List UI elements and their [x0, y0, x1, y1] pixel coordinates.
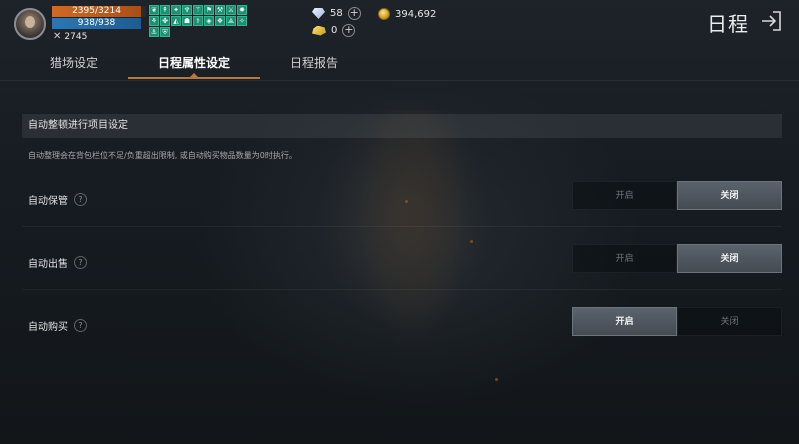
- toggle-auto-buy: 开启 关闭: [572, 307, 782, 336]
- player-avatar[interactable]: [14, 8, 46, 40]
- diamond-count: 58: [330, 8, 343, 19]
- setting-label: 自动购买 ?: [28, 318, 87, 333]
- section-description: 自动整理会在背包栏位不足/负重超出限制, 或自动购买物品数量为0时执行。: [28, 151, 297, 160]
- gold-count: 394,692: [395, 8, 437, 20]
- add-gold-bar-button[interactable]: +: [342, 24, 356, 37]
- help-icon[interactable]: ?: [74, 256, 87, 269]
- page-title: 日程: [707, 12, 749, 36]
- toggle-on-option[interactable]: 开启: [572, 244, 677, 273]
- buff-icon[interactable]: ⚑: [204, 5, 214, 15]
- row-divider: [22, 289, 782, 290]
- help-icon[interactable]: ?: [74, 193, 87, 206]
- gold-currency: 394,692: [378, 8, 436, 20]
- toggle-on-option[interactable]: 开启: [572, 181, 677, 210]
- tab-divider: [0, 80, 799, 81]
- buff-icon[interactable]: ⛨: [160, 27, 170, 37]
- exit-icon[interactable]: [760, 10, 782, 32]
- setting-label-text: 自动购买: [28, 322, 68, 333]
- buff-icon[interactable]: ☗: [182, 16, 192, 26]
- tab-schedule-settings[interactable]: 日程属性设定: [128, 50, 261, 79]
- buff-icon[interactable]: ✦: [171, 5, 181, 15]
- buff-list: ❦ ↟ ✦ ♆ ⚚ ⚑ ⚒ ⚔ ✹ ⚘ ✤ ◭ ☗ ⚕ ◈ ❖ ⟁ ✧ ⚓ ⛨: [149, 5, 251, 37]
- ember-particle: [470, 240, 473, 243]
- setting-label-text: 自动保管: [28, 196, 68, 207]
- tab-schedule-report[interactable]: 日程报告: [260, 50, 368, 78]
- toggle-auto-sell: 开启 关闭: [572, 244, 782, 273]
- buff-icon[interactable]: ⚒: [215, 5, 225, 15]
- diamond-currency: 58 +: [312, 7, 361, 20]
- hp-bar-empty: [141, 6, 146, 17]
- buff-icon[interactable]: ◈: [204, 16, 214, 26]
- diamond-icon: [312, 8, 325, 19]
- gold-bar-count: 0: [331, 25, 338, 36]
- ember-particle: [495, 378, 498, 381]
- buff-icon[interactable]: ❦: [149, 5, 159, 15]
- setting-label-text: 自动出售: [28, 259, 68, 270]
- hp-bar: 2395/3214: [52, 6, 141, 17]
- setting-label: 自动保管 ?: [28, 192, 87, 207]
- buff-icon[interactable]: ⚚: [193, 5, 203, 15]
- tab-hunting-ground[interactable]: 猎场设定: [20, 50, 128, 78]
- buff-icon[interactable]: ✧: [237, 16, 247, 26]
- toggle-off-option[interactable]: 关闭: [677, 307, 782, 336]
- top-hud: 2395/3214 938/938 ✕ 2745 ❦ ↟ ✦ ♆ ⚚ ⚑ ⚒ ⚔ ✹ ⚘ ✤ ◭ ☗ ⚕ ◈…: [0, 0, 799, 44]
- section-title: 自动整顿进行项目设定: [22, 114, 782, 138]
- buff-icon[interactable]: ♆: [182, 5, 192, 15]
- buff-icon[interactable]: ⚓: [149, 27, 159, 37]
- setting-row-auto-storage: 自动保管 ? 开启 关闭: [22, 181, 782, 231]
- buff-icon[interactable]: ↟: [160, 5, 170, 15]
- add-diamond-button[interactable]: +: [347, 7, 361, 20]
- buff-icon[interactable]: ⟁: [226, 16, 236, 26]
- toggle-off-option[interactable]: 关闭: [677, 244, 782, 273]
- toggle-off-option[interactable]: 关闭: [677, 181, 782, 210]
- gold-bar-icon: [312, 25, 326, 36]
- gold-bar-currency: 0 +: [312, 24, 356, 37]
- buff-icon[interactable]: ◭: [171, 16, 181, 26]
- buff-icon[interactable]: ⚕: [193, 16, 203, 26]
- gold-coin-icon: [378, 8, 390, 20]
- help-icon[interactable]: ?: [74, 319, 87, 332]
- setting-row-auto-sell: 自动出售 ? 开启 关闭: [22, 244, 782, 294]
- combat-power-value: 2745: [64, 31, 88, 42]
- setting-row-auto-buy: 自动购买 ? 开启 关闭: [22, 307, 782, 357]
- buff-icon[interactable]: ❖: [215, 16, 225, 26]
- tab-bar: 猎场设定 日程属性设定 日程报告: [20, 50, 780, 80]
- buff-icon[interactable]: ⚘: [149, 16, 159, 26]
- buff-icon[interactable]: ⚔: [226, 5, 236, 15]
- crossed-swords-icon: ✕: [53, 31, 62, 42]
- row-divider: [22, 226, 782, 227]
- setting-label: 自动出售 ?: [28, 255, 87, 270]
- buff-icon[interactable]: ✹: [237, 5, 247, 15]
- combat-power: ✕ 2745: [53, 31, 87, 42]
- toggle-auto-storage: 开启 关闭: [572, 181, 782, 210]
- buff-icon[interactable]: ✤: [160, 16, 170, 26]
- mp-bar: 938/938: [52, 18, 141, 29]
- toggle-on-option[interactable]: 开启: [572, 307, 677, 336]
